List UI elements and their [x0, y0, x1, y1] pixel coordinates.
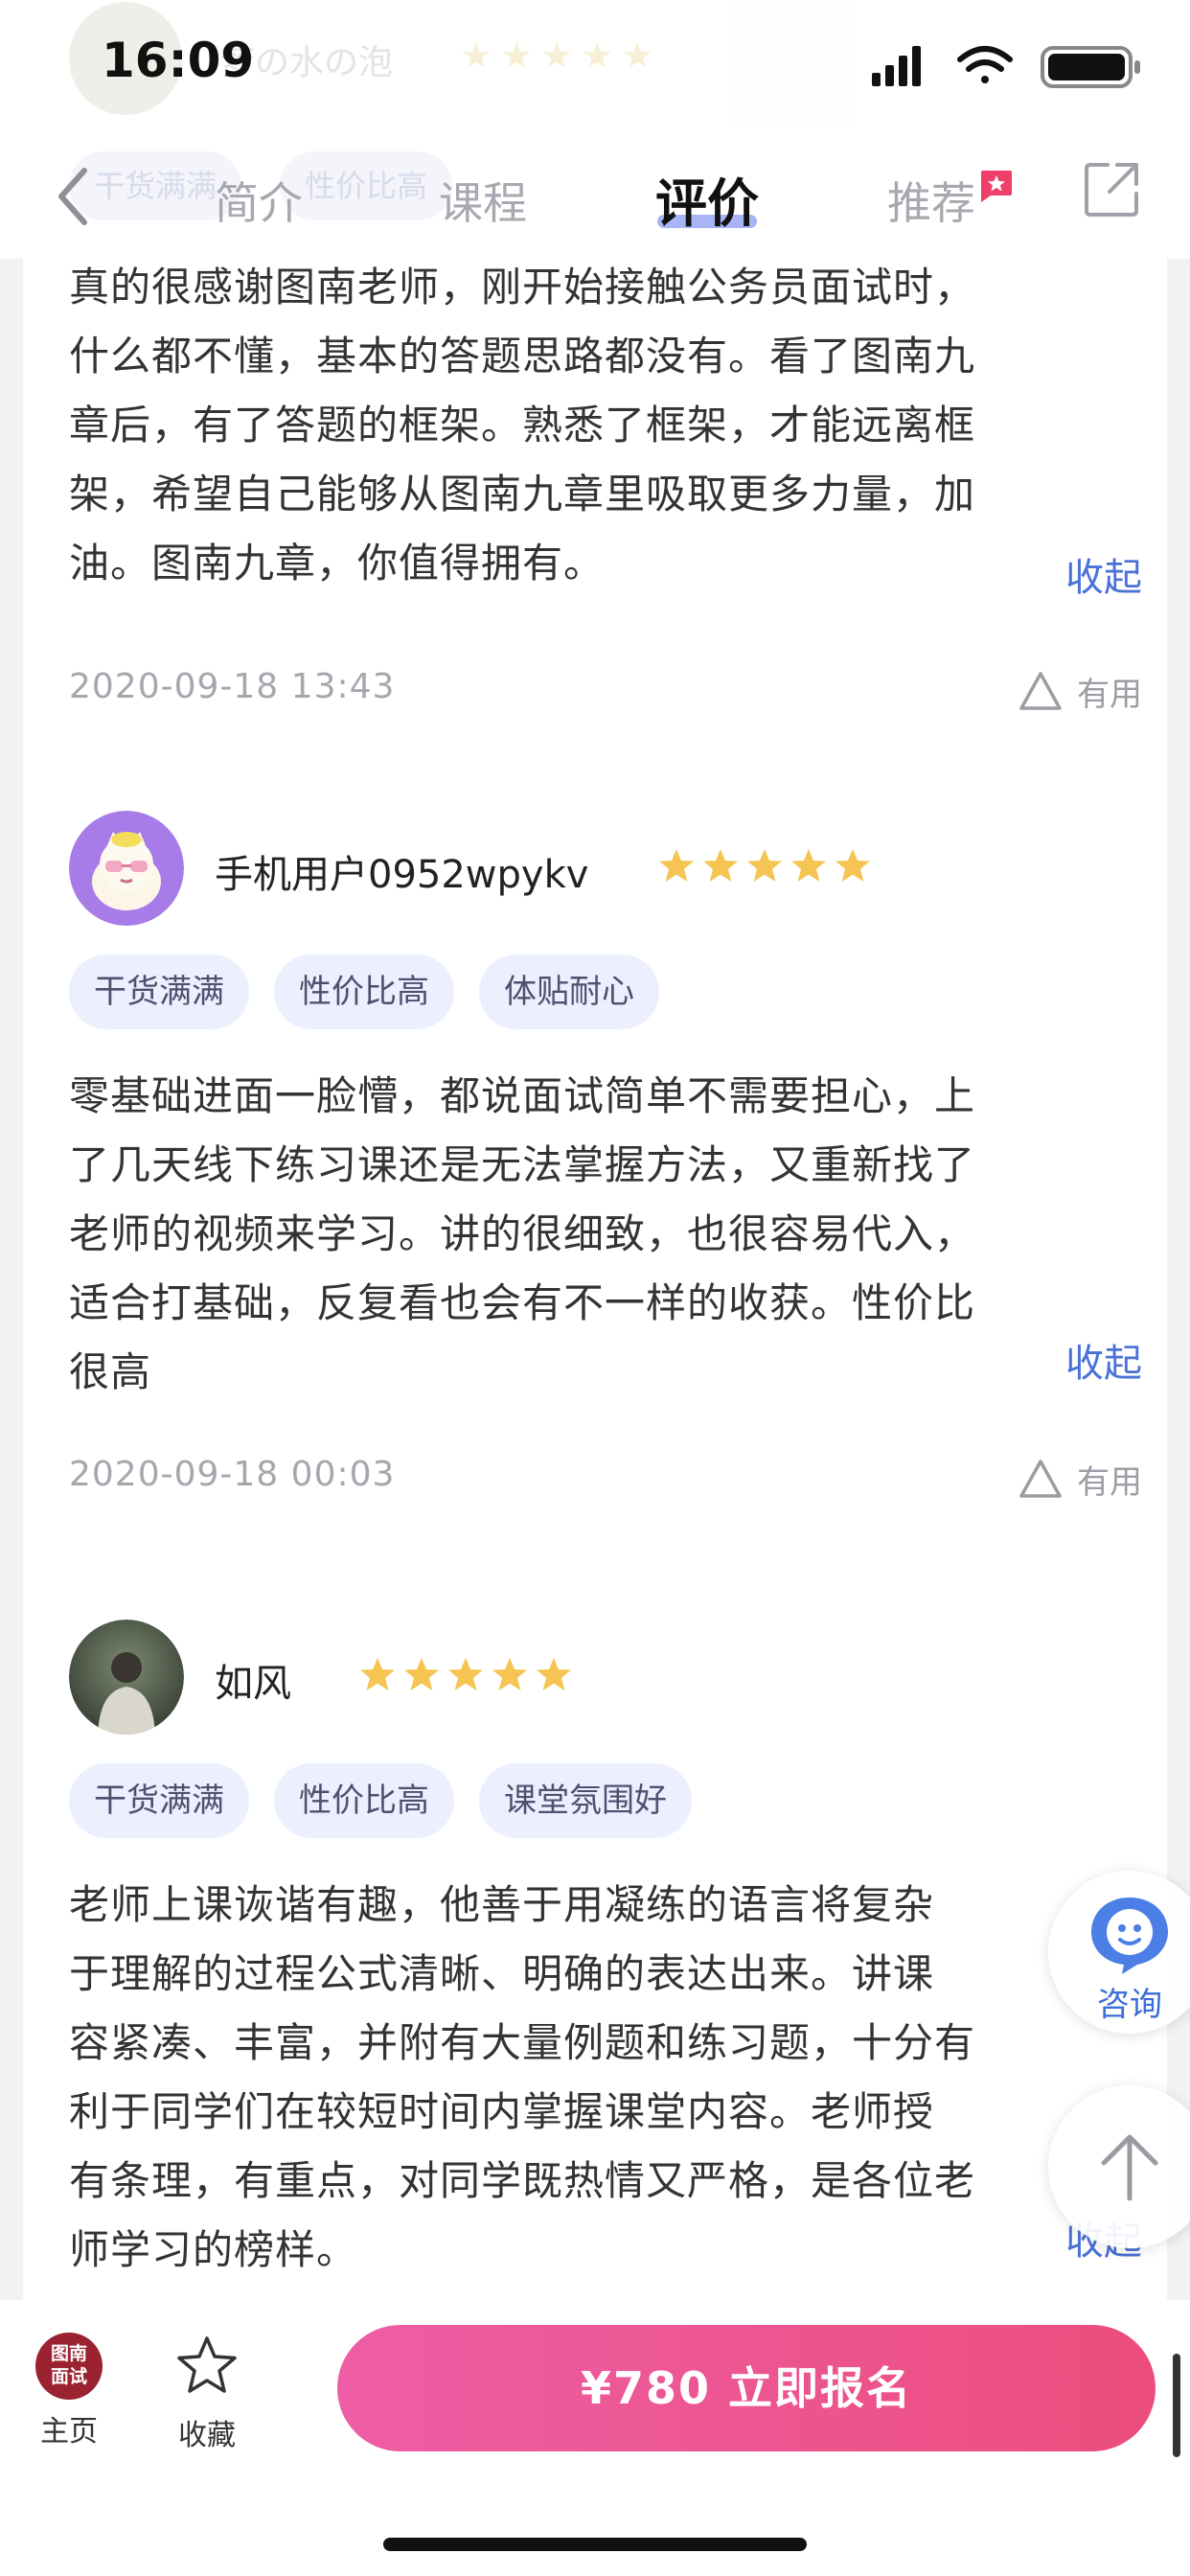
reviews-list: 真的很感谢图南老师，刚开始接触公务员面试时， 什么都不懂，基本的答题思路都没有。…	[23, 230, 1167, 2300]
review-meta: 2020-09-18 13:43 有用	[69, 667, 1142, 724]
scrollbar[interactable]	[1173, 2354, 1180, 2457]
tab-intro[interactable]: 简介	[215, 169, 303, 232]
star-icon	[835, 849, 870, 882]
enroll-button[interactable]: ¥780 立即报名	[337, 2325, 1156, 2451]
collapse-link[interactable]: 收起	[1065, 1332, 1142, 1388]
favorite-nav[interactable]: 收藏	[149, 2333, 264, 2453]
useful-button[interactable]: 有用	[1018, 667, 1142, 715]
rating-stars	[358, 1656, 579, 1692]
share-icon[interactable]	[1083, 159, 1142, 218]
star-icon	[791, 849, 826, 882]
home-indicator	[383, 2538, 807, 2551]
logo-line: 面试	[50, 2366, 87, 2387]
review-tag: 性价比高	[274, 954, 454, 1029]
battery-icon	[1041, 46, 1140, 88]
chevron-left-icon[interactable]	[50, 163, 98, 230]
review-item: 真的很感谢图南老师，刚开始接触公务员面试时， 什么都不懂，基本的答题思路都没有。…	[69, 253, 1142, 714]
review-username: 如风	[215, 1662, 291, 1706]
review-tags: 干货满满 性价比高 体贴耐心	[69, 954, 684, 1029]
tab-reviews[interactable]: 评价	[655, 161, 759, 237]
review-tag: 干货满满	[69, 1763, 249, 1838]
review-tag: 干货满满	[69, 954, 249, 1029]
review-date: 2020-09-18 13:43	[69, 667, 396, 706]
home-label: 主页	[40, 2415, 98, 2449]
signal-icon	[872, 46, 921, 86]
star-icon	[492, 1658, 527, 1690]
top-header: 梦の水の泡 ★★★★★ 干货满满 性价比高 16:09 简介 课程 评价 推荐	[0, 0, 1190, 259]
tab-bar: 简介 课程 评价 推荐	[0, 150, 1190, 245]
review-user-row: 手机用户0952wpykv	[69, 811, 1142, 926]
consult-label: 咨询	[1097, 1986, 1162, 2024]
star-icon	[537, 1658, 571, 1690]
star-badge-icon	[981, 171, 1012, 202]
wifi-icon	[957, 46, 1013, 83]
status-icons	[872, 46, 1140, 88]
useful-label: 有用	[1077, 1462, 1142, 1502]
logo-line: 图南	[50, 2343, 87, 2364]
review-text: 老师上课诙谐有趣，他善于用凝练的语言将复杂 于理解的过程公式清晰、明确的表达出来…	[69, 1881, 976, 2273]
avatar[interactable]	[69, 811, 184, 926]
review-tag: 性价比高	[274, 1763, 454, 1838]
review-meta: 2020-09-18 00:03 有用	[69, 1455, 1142, 1512]
star-icon	[703, 849, 738, 882]
star-icon	[360, 1658, 395, 1690]
favorite-label: 收藏	[178, 2419, 236, 2452]
star-outline-icon	[177, 2336, 237, 2393]
review-text: 真的很感谢图南老师，刚开始接触公务员面试时， 什么都不懂，基本的答题思路都没有。…	[69, 264, 976, 586]
rating-stars	[657, 847, 878, 884]
chat-bot-icon	[1091, 1898, 1168, 1974]
photo-avatar-icon	[69, 1620, 184, 1735]
tab-courses[interactable]: 课程	[439, 169, 527, 232]
review-tag: 体贴耐心	[479, 954, 659, 1029]
review-tag: 课堂氛围好	[479, 1763, 692, 1838]
home-nav[interactable]: 图南 面试 主页	[11, 2333, 126, 2450]
triangle-thumb-icon	[1019, 672, 1062, 710]
star-icon	[659, 849, 694, 882]
useful-button[interactable]: 有用	[1018, 1455, 1142, 1503]
review-date: 2020-09-18 00:03	[69, 1455, 396, 1494]
arrow-up-icon	[1101, 2134, 1158, 2201]
useful-label: 有用	[1077, 675, 1142, 714]
star-icon	[448, 1658, 483, 1690]
review-user-row: 如风	[69, 1620, 1142, 1735]
review-text: 零基础进面一脸懵，都说面试简单不需要担心，上 了几天线下练习课还是无法掌握方法，…	[69, 1072, 976, 1395]
review-username: 手机用户0952wpykv	[215, 853, 589, 897]
status-time: 16:09	[102, 33, 255, 88]
tab-recommend[interactable]: 推荐	[887, 169, 975, 232]
triangle-thumb-icon	[1019, 1460, 1062, 1498]
star-icon	[404, 1658, 439, 1690]
brand-logo: 图南 面试	[35, 2333, 103, 2400]
review-page: 梦の水の泡 ★★★★★ 干货满满 性价比高 16:09 简介 课程 评价 推荐 …	[0, 0, 1190, 2576]
collapse-link[interactable]: 收起	[1065, 546, 1142, 602]
avatar[interactable]	[69, 1620, 184, 1735]
review-tags: 干货满满 性价比高 课堂氛围好	[69, 1763, 717, 1838]
bottom-action-bar: 图南 面试 主页 收藏 ¥780 立即报名	[0, 2300, 1190, 2576]
ghost-stars: ★★★★★	[460, 34, 662, 77]
cartoon-avatar-icon	[69, 811, 184, 926]
star-icon	[747, 849, 782, 882]
